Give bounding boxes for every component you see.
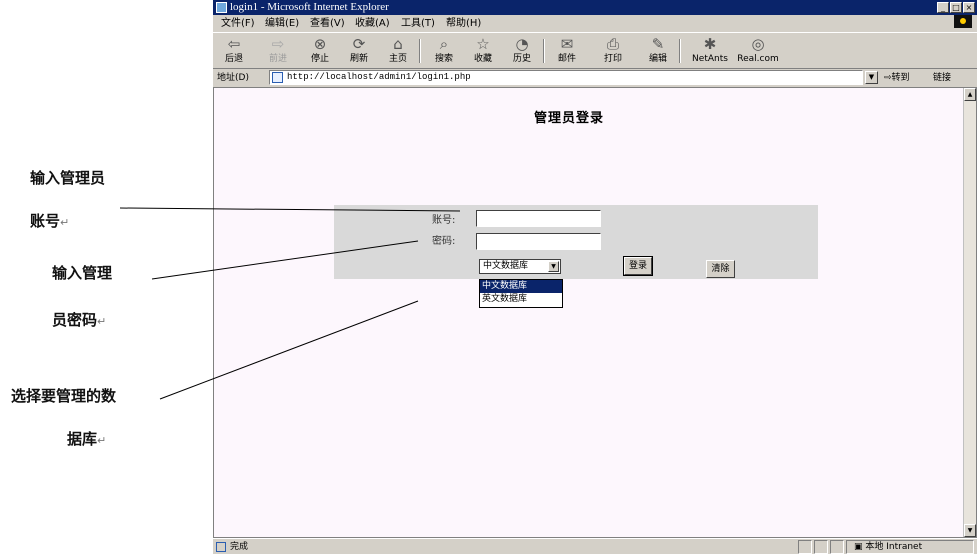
password-callout-line [151, 240, 419, 280]
password-annotation-line1: 输入管理 [52, 264, 113, 282]
database-annotation-line1: 选择要管理的数 [11, 387, 117, 405]
return-mark: ↵ [97, 434, 107, 447]
account-annotation-line2: 账号↵ [30, 212, 70, 230]
database-callout-line [159, 300, 419, 400]
account-callout-line [119, 207, 461, 212]
account-annotation-line1: 输入管理员 [30, 169, 106, 187]
database-annotation-line2: 据库↵ [67, 430, 107, 448]
return-mark: ↵ [60, 216, 70, 229]
callout-lines [119, 207, 461, 400]
return-mark: ↵ [97, 315, 107, 328]
password-annotation-line2: 员密码↵ [52, 311, 107, 329]
